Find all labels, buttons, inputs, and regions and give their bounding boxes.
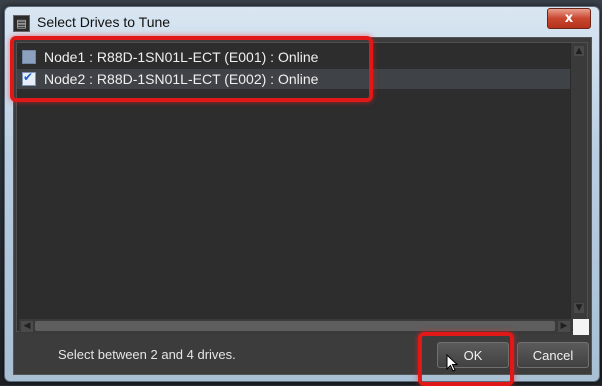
node1-checkbox[interactable] — [22, 50, 36, 64]
node2-checkbox[interactable]: ✔ — [22, 70, 36, 86]
app-icon: ▤ — [13, 15, 30, 32]
dialog-title: Select Drives to Tune — [37, 14, 171, 30]
scrollbar-corner — [573, 319, 589, 335]
node1-label: Node1 : R88D-1SN01L-ECT (E001) : Online — [44, 49, 319, 65]
node2-label: Node2 : R88D-1SN01L-ECT (E002) : Online — [44, 71, 319, 87]
scroll-left-icon[interactable]: ◀ — [21, 321, 33, 332]
cancel-button[interactable]: Cancel — [517, 342, 589, 368]
mouse-cursor-icon — [446, 354, 458, 372]
scroll-up-icon[interactable]: ▲ — [574, 46, 584, 56]
dialog-body: Node1 : R88D-1SN01L-ECT (E001) : Online … — [13, 37, 592, 375]
select-drives-dialog: ▤ Select Drives to Tune x Node1 : R88D-1… — [4, 6, 600, 382]
checkmark-icon: ✔ — [23, 70, 34, 84]
scroll-down-icon[interactable]: ▼ — [574, 303, 584, 313]
drives-list[interactable]: Node1 : R88D-1SN01L-ECT (E001) : Online … — [16, 42, 589, 335]
scroll-thumb[interactable] — [35, 321, 555, 331]
selection-hint: Select between 2 and 4 drives. — [58, 347, 236, 362]
scroll-right-icon[interactable]: ▶ — [558, 321, 570, 332]
list-item-node1[interactable]: Node1 : R88D-1SN01L-ECT (E001) : Online — [17, 47, 570, 67]
horizontal-scrollbar[interactable]: ◀ ▶ — [19, 319, 572, 334]
title-bar[interactable]: ▤ Select Drives to Tune x — [5, 7, 599, 37]
vertical-scrollbar[interactable]: ▲ ▼ — [570, 43, 587, 329]
list-item-node2[interactable]: ✔ Node2 : R88D-1SN01L-ECT (E002) : Onlin… — [17, 69, 570, 89]
close-button[interactable]: x — [547, 8, 591, 29]
